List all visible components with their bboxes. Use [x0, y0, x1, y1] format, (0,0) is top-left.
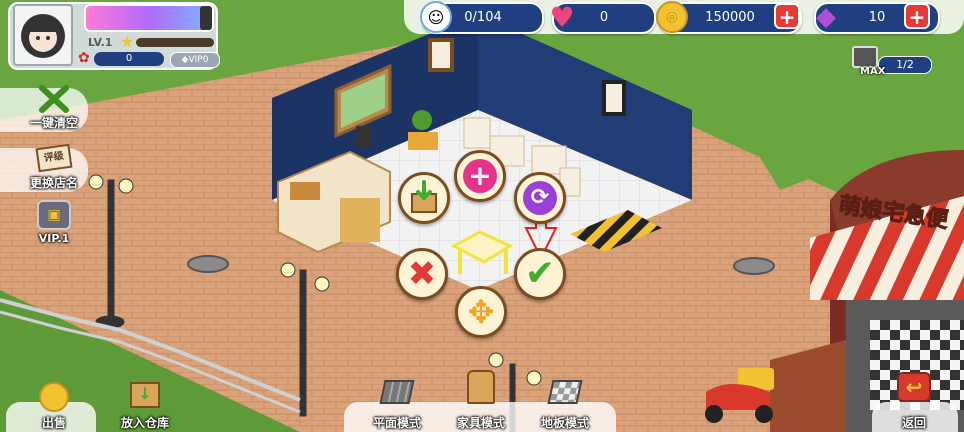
star-icon: ★ — [120, 32, 135, 51]
vip-button[interactable]: ▣ VIP.1 — [24, 200, 84, 252]
floor-tile-icon — [547, 380, 583, 404]
check-icon: ✔ — [524, 253, 556, 294]
back-arrow-icon: ↩ — [897, 372, 931, 402]
grid-tile-icon — [379, 380, 415, 404]
add-item-button[interactable]: + — [454, 150, 506, 202]
confirm-button[interactable]: ✔ — [514, 248, 566, 300]
box-arrow-icon — [411, 180, 437, 213]
coin-icon: ◎ — [656, 1, 688, 33]
add-gems-button[interactable]: + — [904, 3, 930, 29]
back-label: 返回 — [901, 416, 926, 430]
upgrade-count: 1/2 — [896, 58, 914, 71]
chair-icon — [467, 370, 495, 404]
sell-button[interactable]: 出售 — [24, 382, 84, 432]
vip-badge-label: VIP0 — [188, 55, 209, 65]
rose-count: 0 — [125, 53, 133, 64]
vip-badge-button[interactable]: ◆VIP0 — [170, 52, 220, 68]
store-warehouse-button[interactable]: ↓ 放入仓库 — [110, 382, 180, 432]
stove-icon[interactable] — [852, 46, 878, 68]
exp-bar — [84, 4, 214, 32]
rose-count-pill: 0 — [94, 52, 164, 66]
move-arrows-icon: ✥ — [467, 293, 495, 331]
clear-all-button[interactable]: 一键清空 — [24, 84, 84, 132]
flat-mode-label: 平面模式 — [372, 416, 421, 430]
exp-bar-end — [200, 6, 212, 30]
level-progress-bar — [136, 38, 214, 47]
vip-lock-icon: ▣ — [37, 200, 71, 230]
move-item-button[interactable]: ✥ — [455, 286, 507, 338]
clear-all-label: 一键清空 — [29, 116, 78, 130]
sell-label: 出售 — [41, 416, 66, 430]
level-label: LV.1 — [88, 36, 113, 49]
rename-shop-button[interactable]: 评级 更换店名 — [24, 143, 84, 194]
rename-shop-label: 更换店名 — [29, 176, 78, 190]
broom-icon — [39, 85, 69, 113]
visitor-face-icon: ☺ — [420, 1, 452, 33]
signboard-icon: 评级 — [35, 143, 73, 173]
close-icon: ✖ — [407, 254, 437, 294]
floor-mode-label: 地板模式 — [540, 416, 589, 430]
rose-icon: ✿ — [78, 50, 90, 66]
store-item-button[interactable] — [398, 172, 450, 224]
plus-icon: + — [463, 159, 497, 193]
coin-sell-icon — [39, 382, 69, 412]
cancel-button[interactable]: ✖ — [396, 248, 448, 300]
signboard-text: 评级 — [43, 150, 65, 165]
flat-mode-button[interactable]: 平面模式 — [362, 380, 432, 432]
vip-label: VIP.1 — [38, 232, 70, 245]
floor-mode-button[interactable]: 地板模式 — [530, 380, 600, 432]
furniture-mode-button[interactable]: 家具模式 — [446, 370, 516, 432]
upgrade-count-pill: 1/2 — [878, 56, 932, 74]
gem-icon: ◆ — [816, 2, 836, 32]
heart-icon: ♥ — [549, 0, 575, 34]
avatar[interactable] — [13, 4, 73, 66]
add-coins-button[interactable]: + — [774, 3, 800, 29]
rotate-icon: ⟳ — [523, 181, 557, 215]
warehouse-box-icon: ↓ — [130, 382, 160, 408]
max-label: MAX — [860, 66, 886, 77]
furniture-mode-label: 家具模式 — [456, 416, 505, 430]
rotate-item-button[interactable]: ⟳ — [514, 172, 566, 224]
store-warehouse-label: 放入仓库 — [120, 416, 169, 430]
back-button[interactable]: ↩ 返回 — [882, 372, 946, 432]
